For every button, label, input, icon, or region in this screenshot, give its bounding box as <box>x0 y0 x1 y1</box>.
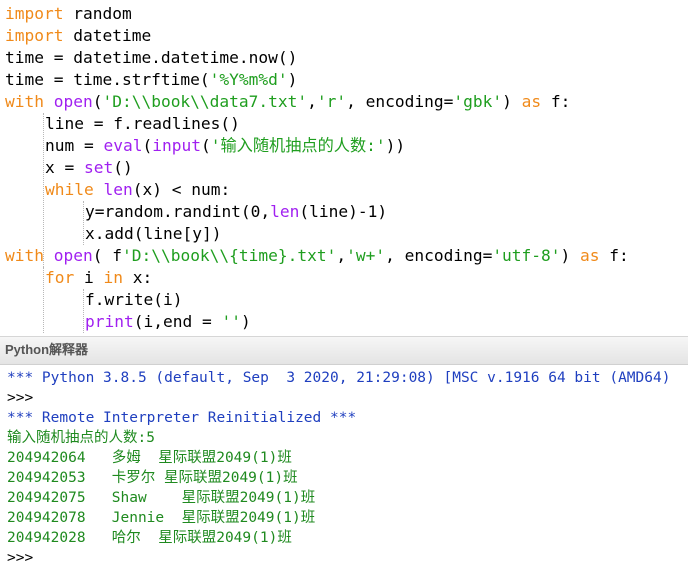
code-token: with <box>5 92 44 111</box>
code-token: len <box>103 180 133 199</box>
code-line[interactable]: y=random.randint(0,len(line)-1) <box>85 201 387 223</box>
output-line: 204942078 Jennie 星际联盟2049(1)班 <box>7 510 316 526</box>
code-line[interactable]: f.write(i) <box>85 289 182 311</box>
code-token: 'r' <box>316 92 347 111</box>
code-token: , <box>307 92 317 111</box>
code-token: x = <box>45 158 84 177</box>
code-token: time = time.strftime( <box>5 70 210 89</box>
code-token: set <box>83 158 114 177</box>
interpreter-panel-header: Python解释器 <box>0 337 688 365</box>
indent-guide <box>83 289 84 333</box>
code-line[interactable]: while len(x) < num: <box>45 179 230 201</box>
code-line[interactable]: with open('D:\\book\\data7.txt','r', enc… <box>5 91 570 113</box>
output-line: *** Python 3.8.5 (default, Sep 3 2020, 2… <box>7 370 671 386</box>
code-token: 'gbk' <box>453 92 503 111</box>
code-token: f.write(i) <box>85 290 183 309</box>
code-line[interactable]: num = eval(input('输入随机抽点的人数:')) <box>45 135 405 157</box>
code-token: (x) < num: <box>132 180 231 199</box>
code-token: in <box>103 268 124 287</box>
output-line: 204942064 多姆 星际联盟2049(1)班 <box>7 450 292 466</box>
code-token: (line)-1) <box>299 202 388 221</box>
code-line[interactable]: import datetime <box>5 25 151 47</box>
code-token: '' <box>221 312 241 331</box>
code-token: with <box>5 246 44 265</box>
code-token: 'utf-8' <box>492 246 561 265</box>
code-token: f: <box>541 92 571 111</box>
code-line[interactable]: time = datetime.datetime.now() <box>5 47 297 69</box>
code-token: ) <box>240 312 251 331</box>
code-token: 'w+' <box>346 246 386 265</box>
code-line[interactable]: import random <box>5 3 132 25</box>
code-token: , <box>336 246 347 265</box>
output-line: 输入随机抽点的人数:5 <box>7 430 155 446</box>
code-token: 'D:\\book\\data7.txt' <box>102 92 308 111</box>
code-token: ) <box>502 92 522 111</box>
indent-guide <box>43 267 44 333</box>
code-token: time = datetime.datetime.now() <box>5 48 298 67</box>
output-line: *** Remote Interpreter Reinitialized *** <box>7 410 357 426</box>
code-token: print <box>85 312 134 331</box>
code-token: ( <box>92 92 103 111</box>
code-token: y=random.randint(0, <box>85 202 271 221</box>
code-token: '输入随机抽点的人数:' <box>210 136 386 155</box>
interpreter-output[interactable]: *** Python 3.8.5 (default, Sep 3 2020, 2… <box>0 365 688 586</box>
indent-guide <box>83 201 84 245</box>
code-token: i <box>74 268 104 287</box>
code-line[interactable]: with open( f'D:\\book\\{time}.txt','w+',… <box>5 245 629 267</box>
shell-prompt: >>> <box>7 550 34 566</box>
code-token: ( f <box>92 246 122 265</box>
code-line[interactable]: for i in x: <box>45 267 152 289</box>
code-token: x: <box>123 268 153 287</box>
code-editor[interactable]: import random import datetime time = datet… <box>0 0 688 337</box>
code-line[interactable]: line = f.readlines() <box>45 113 240 135</box>
code-token: line = f.readlines() <box>45 114 240 133</box>
code-token: , encoding= <box>346 92 454 111</box>
code-token: for <box>45 268 75 287</box>
code-line[interactable]: x = set() <box>45 157 133 179</box>
code-token: x.add(line[y]) <box>85 224 222 243</box>
code-token: datetime <box>63 26 152 45</box>
code-token: ) <box>560 246 581 265</box>
code-token: len <box>270 202 300 221</box>
code-token: import <box>5 26 64 45</box>
code-token: () <box>113 158 133 177</box>
code-token: as <box>521 92 542 111</box>
code-token: input <box>152 136 201 155</box>
output-line: 204942028 哈尔 星际联盟2049(1)班 <box>7 530 292 546</box>
code-token: ) <box>287 70 298 89</box>
interpreter-panel-title: Python解释器 <box>5 342 89 357</box>
code-token: while <box>45 180 94 199</box>
code-token: 'D:\\book\\{time}.txt' <box>121 246 337 265</box>
code-line[interactable]: print(i,end = '') <box>85 311 251 333</box>
code-line[interactable]: x.add(line[y]) <box>85 223 221 245</box>
code-token: open <box>53 92 93 111</box>
code-token: ( <box>142 136 153 155</box>
code-line[interactable]: time = time.strftime('%Y%m%d') <box>5 69 297 91</box>
code-token: f: <box>599 246 629 265</box>
code-token: ( <box>200 136 211 155</box>
code-token: )) <box>385 136 406 155</box>
code-token: num = <box>45 136 104 155</box>
shell-prompt: >>> <box>7 390 34 406</box>
code-token: '%Y%m%d' <box>209 70 288 89</box>
output-line: 204942075 Shaw 星际联盟2049(1)班 <box>7 490 316 506</box>
code-token: eval <box>103 136 143 155</box>
output-line: 204942053 卡罗尔 星际联盟2049(1)班 <box>7 470 298 486</box>
code-token: , encoding= <box>385 246 493 265</box>
code-token: random <box>63 4 132 23</box>
code-token: import <box>5 4 64 23</box>
code-token: as <box>580 246 600 265</box>
code-token: (i,end = <box>133 312 222 331</box>
code-token: open <box>53 246 93 265</box>
